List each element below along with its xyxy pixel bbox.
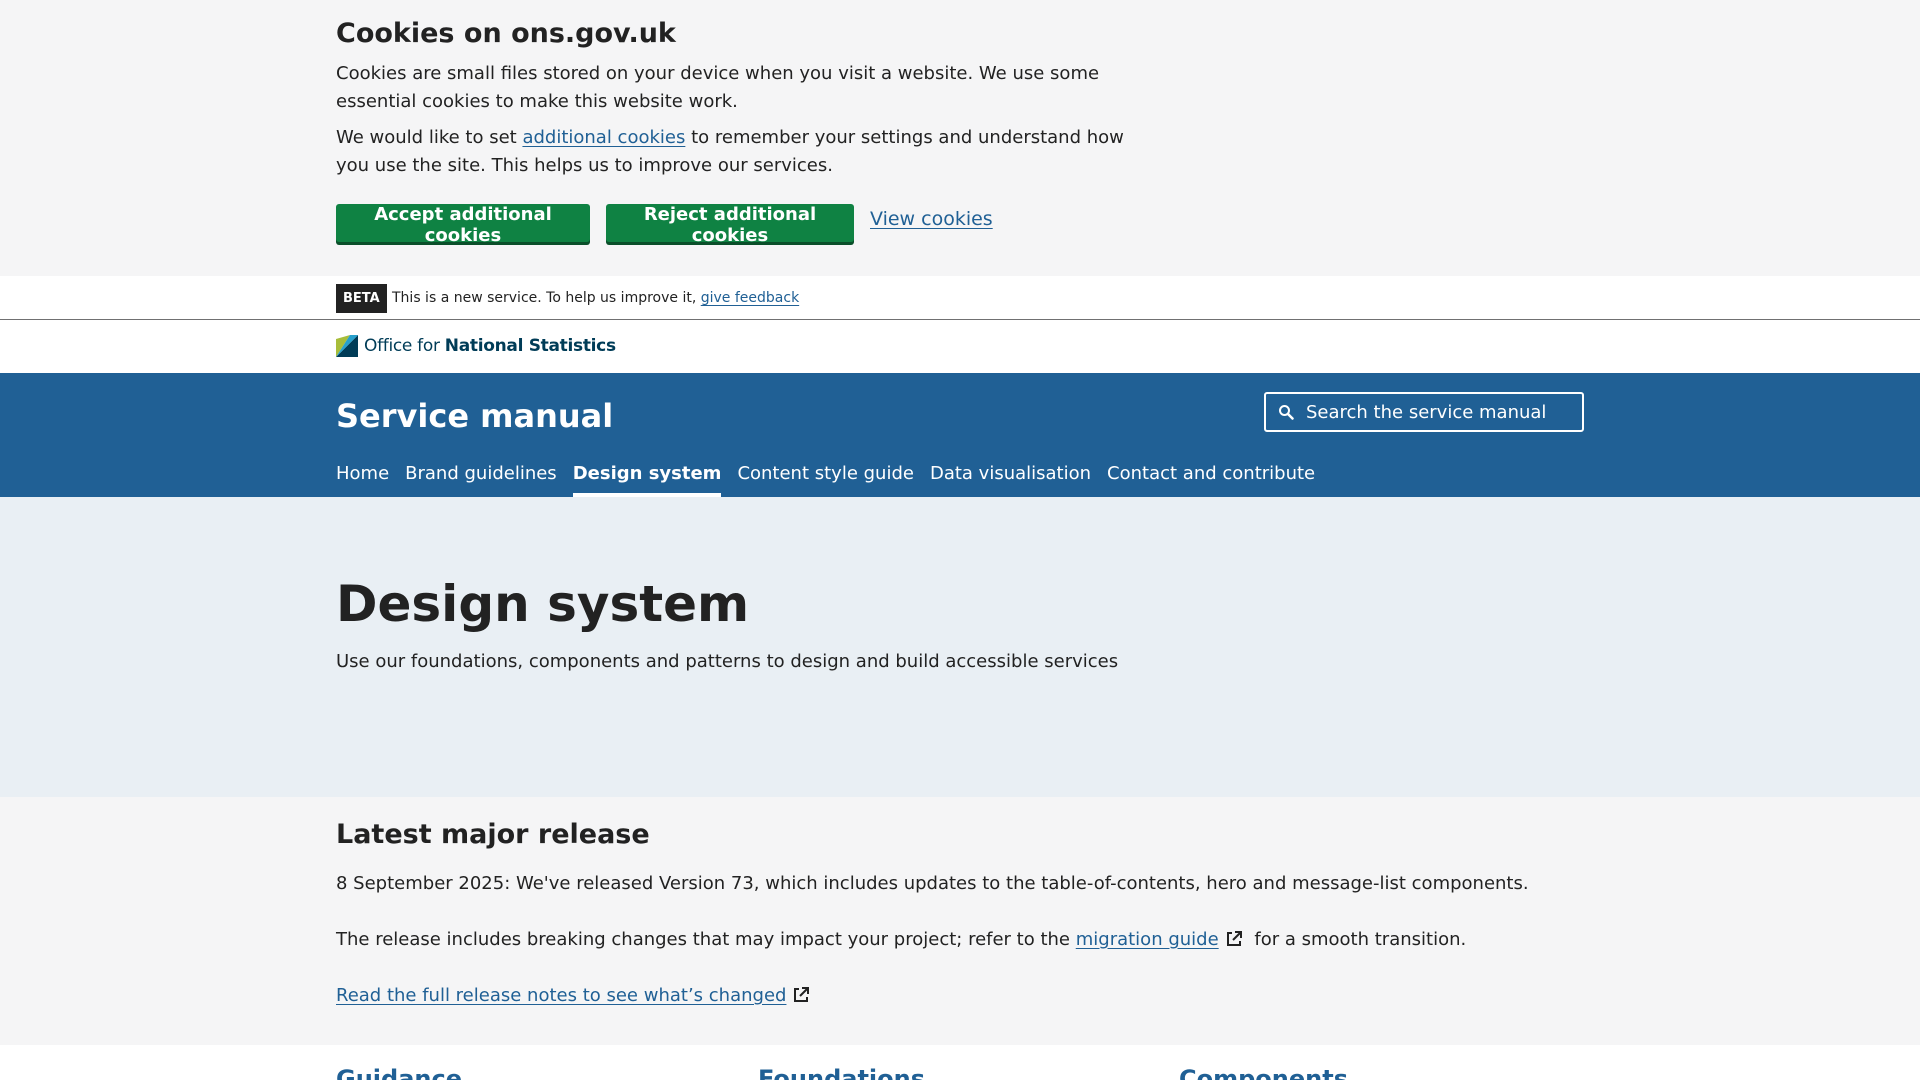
search-input[interactable] — [1306, 394, 1582, 430]
release-line-3: Read the full release notes to see what’… — [336, 985, 816, 1006]
cookie-text-before: We would like to set — [336, 127, 523, 148]
logo-text-bold: National Statistics — [444, 336, 616, 356]
beta-banner: BETA This is a new service. To help us i… — [0, 276, 1920, 320]
page-subtitle: Use our foundations, components and patt… — [336, 651, 1119, 672]
nav-home[interactable]: Home — [336, 463, 389, 497]
external-link-icon — [794, 987, 810, 1002]
section-links: Guidance Foundations Components — [0, 1045, 1920, 1080]
cookie-banner-text: Cookies are small files stored on your d… — [336, 63, 1100, 112]
nav-design-system[interactable]: Design system — [572, 463, 721, 497]
release-line-2-after: for a smooth transition. — [1248, 929, 1467, 950]
release-line-2-before: The release includes breaking changes th… — [336, 929, 1076, 950]
hero: Design system Use our foundations, compo… — [0, 497, 1920, 797]
guidance-link[interactable]: Guidance — [336, 1065, 462, 1080]
search-box — [1264, 392, 1584, 432]
search-icon[interactable] — [1266, 394, 1306, 430]
nav-brand-guidelines[interactable]: Brand guidelines — [405, 463, 557, 497]
release-notes-link[interactable]: Read the full release notes to see what’… — [336, 985, 786, 1006]
beta-badge: BETA — [336, 284, 387, 313]
latest-release-title: Latest major release — [336, 819, 650, 850]
cookie-banner-title: Cookies on ons.gov.uk — [336, 18, 676, 49]
accept-cookies-button[interactable]: Accept additional cookies — [336, 204, 590, 246]
logo-text-prefix: Office for — [364, 336, 445, 356]
main-nav: Home Brand guidelines Design system Cont… — [336, 463, 1315, 497]
release-line-2: The release includes breaking changes th… — [336, 929, 1466, 950]
site-header: Service manual Home Brand guidelines Des… — [0, 373, 1920, 497]
cookie-banner: Cookies on ons.gov.uk Cookies are small … — [0, 0, 1920, 276]
page-title: Design system — [336, 575, 750, 633]
ons-logo-link[interactable]: Office for National Statistics — [336, 335, 616, 357]
cookie-banner-text-2: We would like to set additional cookies … — [336, 124, 1156, 180]
service-manual-title[interactable]: Service manual — [336, 397, 613, 435]
nav-contact-and-contribute[interactable]: Contact and contribute — [1107, 463, 1315, 497]
components-link[interactable]: Components — [1179, 1065, 1348, 1080]
beta-message: This is a new service. To help us improv… — [392, 290, 799, 306]
view-cookies-link[interactable]: View cookies — [870, 208, 993, 230]
nav-content-style-guide[interactable]: Content style guide — [737, 463, 914, 497]
additional-cookies-link[interactable]: additional cookies — [522, 127, 685, 148]
ons-logo-text: Office for National Statistics — [364, 336, 616, 356]
foundations-link[interactable]: Foundations — [758, 1065, 925, 1080]
ons-logo-icon — [336, 335, 358, 357]
logo-bar: Office for National Statistics — [0, 321, 1920, 373]
external-link-icon — [1226, 931, 1242, 946]
latest-release-section: Latest major release 8 September 2025: W… — [0, 797, 1920, 1045]
give-feedback-link[interactable]: give feedback — [701, 290, 799, 306]
beta-message-text: This is a new service. To help us improv… — [392, 290, 701, 306]
migration-guide-link[interactable]: migration guide — [1076, 929, 1219, 950]
nav-data-visualisation[interactable]: Data visualisation — [930, 463, 1091, 497]
release-line-1: 8 September 2025: We've released Version… — [336, 873, 1529, 894]
reject-cookies-button[interactable]: Reject additional cookies — [606, 204, 854, 246]
